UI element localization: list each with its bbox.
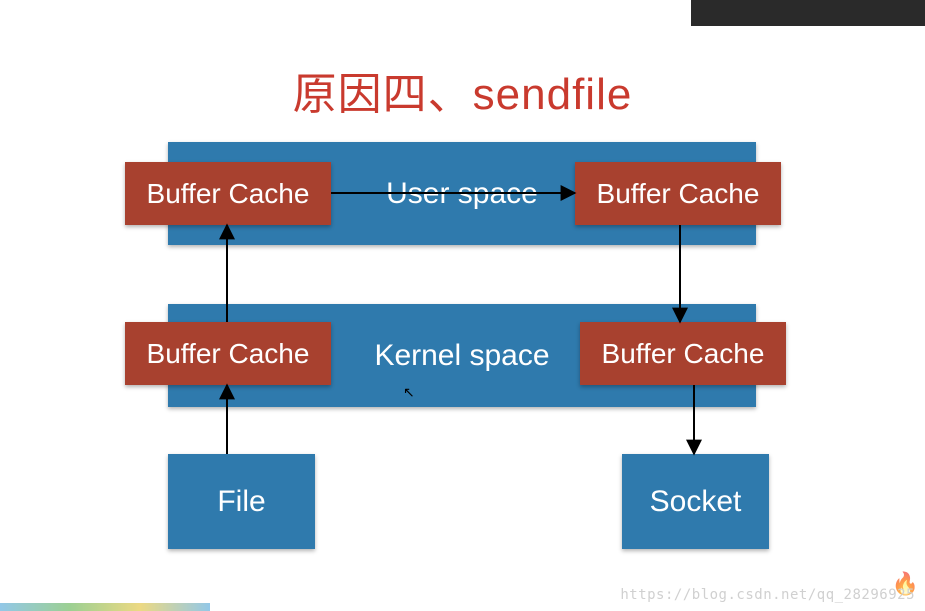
buffer-cache-kernel-right: Buffer Cache [580, 322, 786, 385]
user-space-label: User space [386, 177, 538, 211]
cursor-icon: ↖ [403, 384, 415, 401]
video-top-bar [691, 0, 925, 26]
buffer-cache-kernel-left: Buffer Cache [125, 322, 331, 385]
buffer-cache-user-right: Buffer Cache [575, 162, 781, 225]
file-box: File [168, 454, 315, 549]
kernel-space-label: Kernel space [374, 339, 549, 373]
buffer-cache-user-left: Buffer Cache [125, 162, 331, 225]
diagram-title: 原因四、sendfile [0, 58, 925, 122]
socket-box: Socket [622, 454, 769, 549]
taskbar-strip [0, 603, 210, 611]
watermark-text: https://blog.csdn.net/qq_28296925 [620, 587, 915, 603]
